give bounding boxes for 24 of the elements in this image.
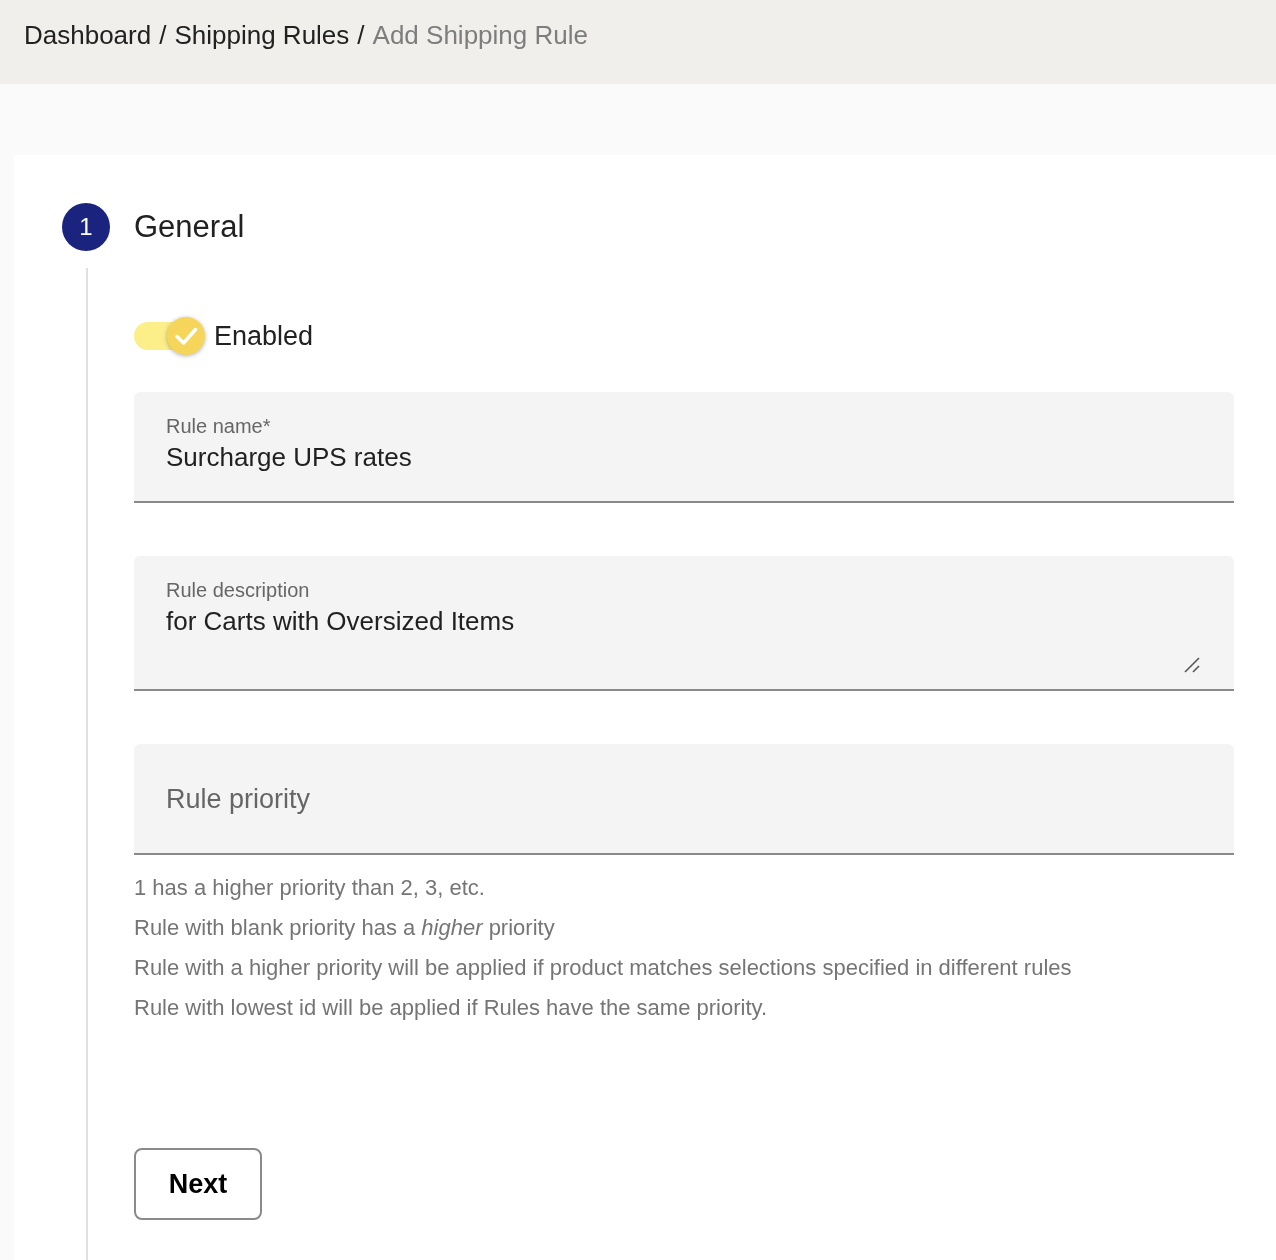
hint-text: Rule with blank priority has a higher priority (134, 914, 556, 942)
breadcrumb-link[interactable]: Shipping Rules (174, 16, 350, 84)
resize-handle-icon[interactable] (1184, 657, 1200, 673)
hint-text: 1 has a higher priority than 2, 3, etc. (134, 874, 486, 902)
textarea-field[interactable]: Rule description for Carts with Oversized Items (134, 556, 1234, 691)
check-icon (166, 316, 206, 356)
step-title: General (134, 208, 245, 246)
toggle-switch[interactable] (134, 316, 206, 356)
text-field[interactable]: Rule name* Surcharge UPS rates (134, 392, 1234, 503)
field-value: Surcharge UPS rates (166, 441, 413, 474)
breadcrumb-link[interactable]: Dashboard (24, 16, 152, 84)
field-label: Rule priority (166, 782, 312, 816)
field-label: Rule name* (166, 414, 272, 438)
step-number: 1 (62, 203, 110, 251)
breadcrumb-separator: / (357, 19, 365, 52)
field-value: for Carts with Oversized Items (166, 605, 516, 638)
toggle-label: Enabled (214, 320, 314, 353)
field-label: Rule description (166, 578, 311, 602)
breadcrumb-separator: / (159, 19, 167, 52)
next-button[interactable]: Next (134, 1148, 262, 1220)
hint-text: Rule with lowest id will be applied if Rules have the same priority. (134, 994, 768, 1022)
hint-text: Rule with a higher priority will be applied if product matches selections specified in different rules (134, 954, 1073, 982)
text-field[interactable]: Rule priority (134, 744, 1234, 855)
breadcrumb-current: Add Shipping Rule (372, 19, 588, 52)
